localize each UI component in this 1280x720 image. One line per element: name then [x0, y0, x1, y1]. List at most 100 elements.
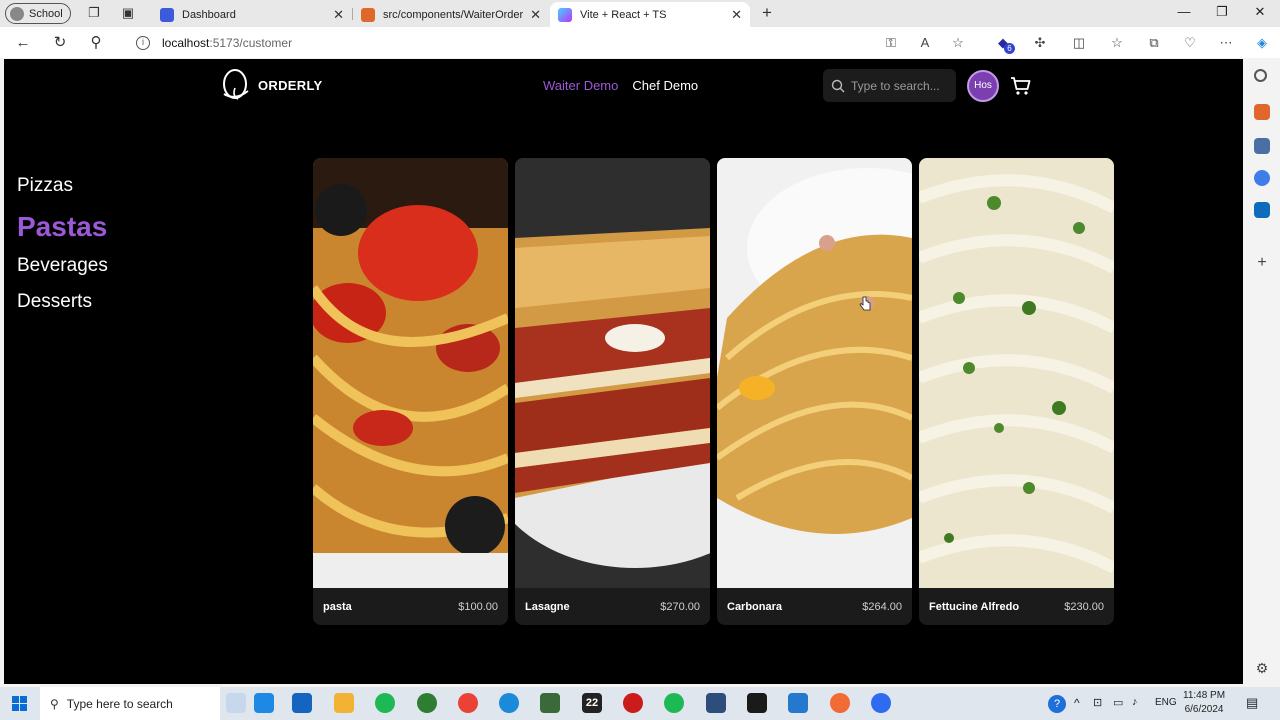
games-icon[interactable] [1254, 170, 1270, 186]
lasagne-photo [515, 158, 710, 588]
chat-app-icon[interactable] [254, 693, 274, 713]
tray-chevron-icon[interactable]: ^ [1074, 696, 1080, 710]
site-info-icon[interactable]: i [136, 35, 150, 50]
page-viewport: ORDERLY Waiter Demo Chef Demo Hos Pizzas… [4, 59, 1243, 684]
spotify-icon[interactable] [664, 693, 684, 713]
copilot-icon[interactable]: ◈ [1253, 34, 1271, 52]
close-tab-icon[interactable]: ✕ [731, 7, 742, 23]
category-list: Pizzas Pastas Beverages Desserts [17, 175, 108, 327]
tab-title: src/components/WaiterOrderCa [383, 8, 523, 21]
menu-item-grid: pasta $100.00 Lasagne $270.00 Carbonara … [313, 158, 1114, 625]
vscode-icon[interactable] [788, 693, 808, 713]
chrome-icon[interactable] [458, 693, 478, 713]
split-screen-icon[interactable]: ◫ [1070, 34, 1088, 52]
item-price: $230.00 [1064, 600, 1104, 613]
category-pastas[interactable]: Pastas [17, 211, 108, 243]
menu-card-footer: Fettucine Alfredo $230.00 [919, 588, 1114, 625]
tab-vscode[interactable]: src/components/WaiterOrderCa ✕ [353, 2, 549, 27]
taskbar-search[interactable]: ⚲ [40, 687, 220, 720]
cart-icon[interactable] [1010, 75, 1032, 97]
brand-logo[interactable]: ORDERLY [218, 67, 322, 103]
snipping-tool-icon[interactable] [706, 693, 726, 713]
nav-chef-demo[interactable]: Chef Demo [632, 78, 698, 93]
item-name: Lasagne [525, 600, 570, 613]
search-box[interactable] [823, 69, 956, 102]
sidebar-search-icon[interactable] [1254, 69, 1267, 82]
back-icon[interactable]: ← [14, 34, 32, 52]
browser-toolbar: ← ↻ ⚲ i localhost:5173/customer ⚿ A ☆ ◆ … [0, 27, 1280, 58]
tab-dashboard[interactable]: Dashboard ✕ [152, 2, 352, 27]
spotify-icon[interactable] [375, 693, 395, 713]
edge-icon[interactable] [499, 693, 519, 713]
profile-avatar-icon [10, 6, 24, 21]
item-name: pasta [323, 600, 352, 613]
menu-card-fettucine-alfredo[interactable]: Fettucine Alfredo $230.00 [919, 158, 1114, 625]
browser-essentials-icon[interactable]: ♡ [1181, 34, 1199, 52]
menu-card-pasta[interactable]: pasta $100.00 [313, 158, 508, 625]
maximize-icon[interactable]: ❐ [1212, 4, 1232, 20]
add-sidebar-app-icon[interactable]: + [1254, 255, 1270, 271]
webstorm-icon[interactable] [747, 693, 767, 713]
close-tab-icon[interactable]: ✕ [333, 7, 344, 23]
app-circle-icon[interactable] [417, 693, 437, 713]
spaghetti-tomato-photo [313, 158, 508, 588]
code-favicon-icon [361, 7, 375, 22]
display-icon[interactable]: ▭ [1113, 696, 1123, 709]
tab-vite-app[interactable]: Vite + React + TS ✕ [550, 2, 750, 27]
close-window-icon[interactable]: ✕ [1250, 4, 1270, 20]
sidebar-settings-icon[interactable]: ⚙ [1254, 660, 1270, 676]
menu-card-carbonara[interactable]: Carbonara $264.00 [717, 158, 912, 625]
new-tab-icon[interactable]: + [759, 4, 775, 21]
postman-icon[interactable] [830, 693, 850, 713]
address-bar[interactable]: i localhost:5173/customer [120, 30, 980, 55]
search-input[interactable] [851, 78, 951, 93]
menu-card-footer: pasta $100.00 [313, 588, 508, 625]
app-22-icon[interactable]: 22 [582, 693, 602, 713]
item-price: $270.00 [660, 600, 700, 613]
category-beverages[interactable]: Beverages [17, 255, 108, 277]
opera-icon[interactable] [623, 693, 643, 713]
workspaces-icon[interactable]: ❐ [86, 5, 102, 21]
fettucine-alfredo-photo [919, 158, 1114, 588]
category-pizzas[interactable]: Pizzas [17, 175, 108, 197]
browser-sidebar: + ⚙ [1244, 58, 1280, 687]
minimize-icon[interactable]: — [1174, 4, 1194, 19]
dashboard-favicon-icon [160, 7, 174, 22]
pycharm-icon[interactable] [540, 693, 560, 713]
network-icon[interactable]: ⊡ [1093, 696, 1102, 709]
outlook-icon[interactable] [1254, 202, 1270, 218]
extensions-puzzle-icon[interactable]: ✣ [1031, 34, 1049, 52]
system-clock[interactable]: 11:48 PM 6/6/2024 [1183, 689, 1225, 717]
language-indicator[interactable]: ENG [1155, 697, 1177, 708]
favorite-star-icon[interactable]: ☆ [949, 34, 967, 52]
taskbar-search-icon: ⚲ [50, 696, 59, 711]
zoom-icon[interactable] [871, 693, 891, 713]
close-tab-icon[interactable]: ✕ [530, 7, 541, 23]
more-options-icon[interactable]: ⋯ [1217, 34, 1235, 52]
task-view-icon[interactable] [292, 693, 312, 713]
nav-waiter-demo[interactable]: Waiter Demo [543, 78, 618, 93]
collections-icon[interactable]: ⧉ [1145, 34, 1163, 52]
read-aloud-icon[interactable]: A [916, 34, 934, 52]
category-desserts[interactable]: Desserts [17, 291, 108, 313]
tab-actions-icon[interactable]: ▣ [120, 5, 136, 21]
profile-button[interactable]: School [5, 3, 71, 24]
menu-card-lasagne[interactable]: Lasagne $270.00 [515, 158, 710, 625]
notifications-icon[interactable]: ▤ [1246, 695, 1258, 711]
file-explorer-icon[interactable] [334, 693, 354, 713]
favorites-icon[interactable]: ☆ [1108, 34, 1126, 52]
item-price: $100.00 [458, 600, 498, 613]
windows-start-icon[interactable] [12, 696, 27, 711]
user-avatar[interactable]: Hos [967, 70, 999, 102]
taskbar-search-input[interactable] [66, 696, 207, 711]
help-icon[interactable]: ? [1048, 695, 1066, 713]
search-icon[interactable]: ⚲ [87, 34, 105, 52]
refresh-icon[interactable]: ↻ [51, 34, 69, 52]
notepad-app-icon[interactable] [226, 693, 246, 713]
tools-icon[interactable] [1254, 138, 1270, 154]
url-host: localhost [162, 35, 210, 50]
windows-taskbar: ⚲ 22 ? ^ ⊡ ▭ ♪ ENG 11:48 PM 6/6/2024 ▤ [0, 687, 1280, 720]
volume-icon[interactable]: ♪ [1132, 696, 1138, 708]
key-icon[interactable]: ⚿ [882, 34, 900, 52]
shopping-icon[interactable] [1254, 104, 1270, 120]
